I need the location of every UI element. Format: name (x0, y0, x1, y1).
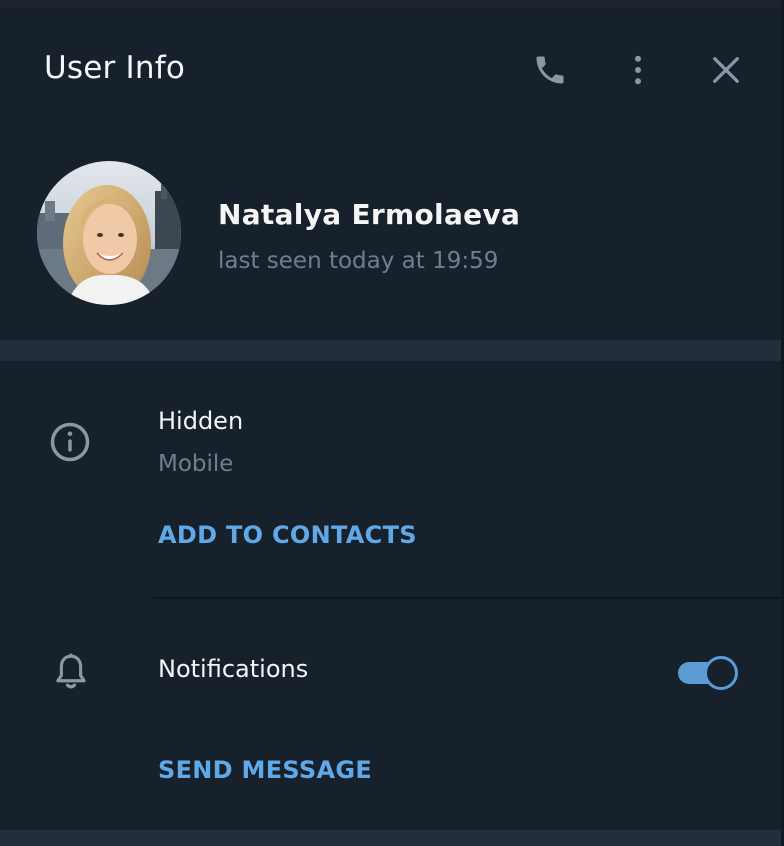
notifications-label: Notifications (158, 655, 309, 683)
section-divider (0, 340, 781, 361)
bottom-divider (0, 830, 781, 846)
more-vertical-icon (635, 55, 641, 85)
call-button[interactable] (528, 48, 572, 92)
info-icon (50, 422, 90, 462)
more-options-button[interactable] (616, 48, 660, 92)
user-info-panel: User Info Natalya Ermolaeva last seen to… (0, 8, 781, 846)
bell-icon (56, 653, 86, 689)
avatar[interactable] (37, 161, 181, 305)
add-to-contacts-button[interactable]: ADD TO CONTACTS (158, 521, 417, 549)
phone-icon (536, 56, 564, 84)
notifications-toggle[interactable] (676, 654, 738, 690)
panel-header: User Info (0, 8, 781, 132)
profile-section: Natalya Ermolaeva last seen today at 19:… (0, 132, 781, 340)
panel-title: User Info (44, 50, 185, 86)
profile-name: Natalya Ermolaeva (218, 198, 521, 231)
separator-line (153, 597, 781, 599)
toggle-knob (704, 656, 738, 690)
info-section: Hidden Mobile ADD TO CONTACTS Notificati… (0, 361, 781, 846)
phone-number-value: Hidden (158, 407, 244, 435)
last-seen-status: last seen today at 19:59 (218, 248, 499, 274)
close-button[interactable] (704, 48, 748, 92)
close-icon (713, 57, 739, 83)
phone-number-label: Mobile (158, 451, 234, 477)
send-message-button[interactable]: SEND MESSAGE (158, 756, 372, 784)
